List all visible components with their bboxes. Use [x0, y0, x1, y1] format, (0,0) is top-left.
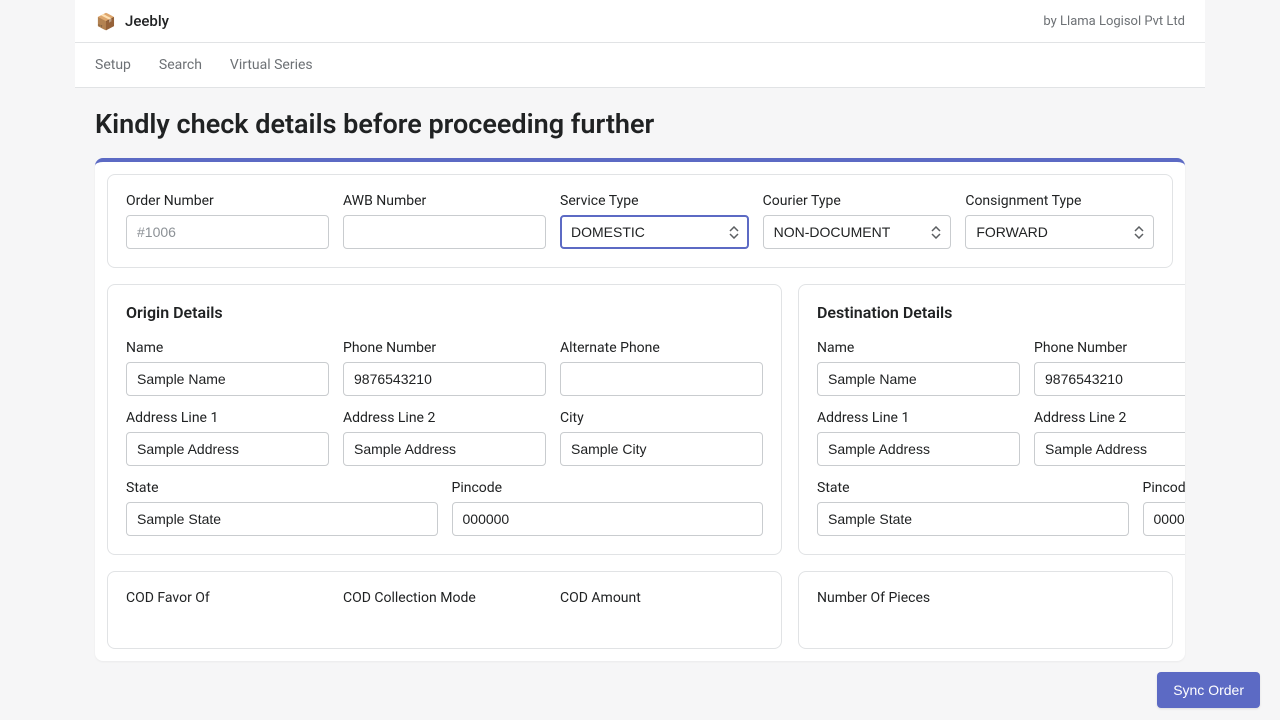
- courier-type-select[interactable]: NON-DOCUMENT: [763, 215, 952, 249]
- courier-type-label: Courier Type: [763, 193, 952, 209]
- dest-addr1-input[interactable]: [817, 432, 1020, 466]
- dest-addr2-input[interactable]: [1034, 432, 1185, 466]
- app-icon: 📦: [95, 10, 117, 32]
- order-number-label: Order Number: [126, 193, 329, 209]
- pieces-card: Number Of Pieces: [798, 571, 1173, 649]
- cod-amount-label: COD Amount: [560, 590, 763, 606]
- origin-addr2-label: Address Line 2: [343, 410, 546, 426]
- cod-favor-label: COD Favor Of: [126, 590, 329, 606]
- dest-pincode-input[interactable]: [1143, 502, 1186, 536]
- dest-addr1-label: Address Line 1: [817, 410, 1020, 426]
- dest-state-input[interactable]: [817, 502, 1129, 536]
- origin-state-label: State: [126, 480, 438, 496]
- origin-altphone-input[interactable]: [560, 362, 763, 396]
- pieces-label: Number Of Pieces: [817, 590, 1154, 606]
- app-title: Jeebly: [125, 12, 169, 30]
- origin-pincode-input[interactable]: [452, 502, 764, 536]
- dest-name-input[interactable]: [817, 362, 1020, 396]
- origin-phone-label: Phone Number: [343, 340, 546, 356]
- dest-name-label: Name: [817, 340, 1020, 356]
- tab-virtual-series[interactable]: Virtual Series: [230, 57, 313, 73]
- cod-card: COD Favor Of COD Collection Mode COD Amo…: [107, 571, 782, 649]
- dest-state-label: State: [817, 480, 1129, 496]
- sync-order-button[interactable]: Sync Order: [1157, 672, 1260, 708]
- awb-number-label: AWB Number: [343, 193, 546, 209]
- main-card: Order Number AWB Number Service Type DOM…: [95, 158, 1185, 661]
- destination-details-card: Destination Details Name Phone Number Al…: [798, 284, 1185, 555]
- dest-addr2-label: Address Line 2: [1034, 410, 1185, 426]
- dest-phone-input[interactable]: [1034, 362, 1185, 396]
- order-number-input[interactable]: [126, 215, 329, 249]
- awb-number-input[interactable]: [343, 215, 546, 249]
- order-info-card: Order Number AWB Number Service Type DOM…: [107, 174, 1173, 268]
- origin-name-input[interactable]: [126, 362, 329, 396]
- consignment-type-label: Consignment Type: [965, 193, 1154, 209]
- origin-details-card: Origin Details Name Phone Number Alterna…: [107, 284, 782, 555]
- origin-city-label: City: [560, 410, 763, 426]
- cod-mode-label: COD Collection Mode: [343, 590, 546, 606]
- dest-phone-label: Phone Number: [1034, 340, 1185, 356]
- origin-title: Origin Details: [126, 303, 763, 322]
- origin-addr1-label: Address Line 1: [126, 410, 329, 426]
- dest-pincode-label: Pincode: [1143, 480, 1186, 496]
- origin-addr1-input[interactable]: [126, 432, 329, 466]
- service-type-select[interactable]: DOMESTIC: [560, 215, 749, 249]
- origin-name-label: Name: [126, 340, 329, 356]
- origin-altphone-label: Alternate Phone: [560, 340, 763, 356]
- header-byline: by Llama Logisol Pvt Ltd: [1043, 14, 1185, 29]
- origin-phone-input[interactable]: [343, 362, 546, 396]
- service-type-label: Service Type: [560, 193, 749, 209]
- tab-search[interactable]: Search: [159, 57, 202, 73]
- page-title: Kindly check details before proceeding f…: [95, 108, 1185, 140]
- origin-pincode-label: Pincode: [452, 480, 764, 496]
- origin-state-input[interactable]: [126, 502, 438, 536]
- consignment-type-select[interactable]: FORWARD: [965, 215, 1154, 249]
- tab-setup[interactable]: Setup: [95, 57, 131, 73]
- origin-city-input[interactable]: [560, 432, 763, 466]
- header: 📦 Jeebly by Llama Logisol Pvt Ltd: [75, 0, 1205, 43]
- destination-title: Destination Details: [817, 303, 1185, 322]
- tab-bar: Setup Search Virtual Series: [75, 43, 1205, 88]
- origin-addr2-input[interactable]: [343, 432, 546, 466]
